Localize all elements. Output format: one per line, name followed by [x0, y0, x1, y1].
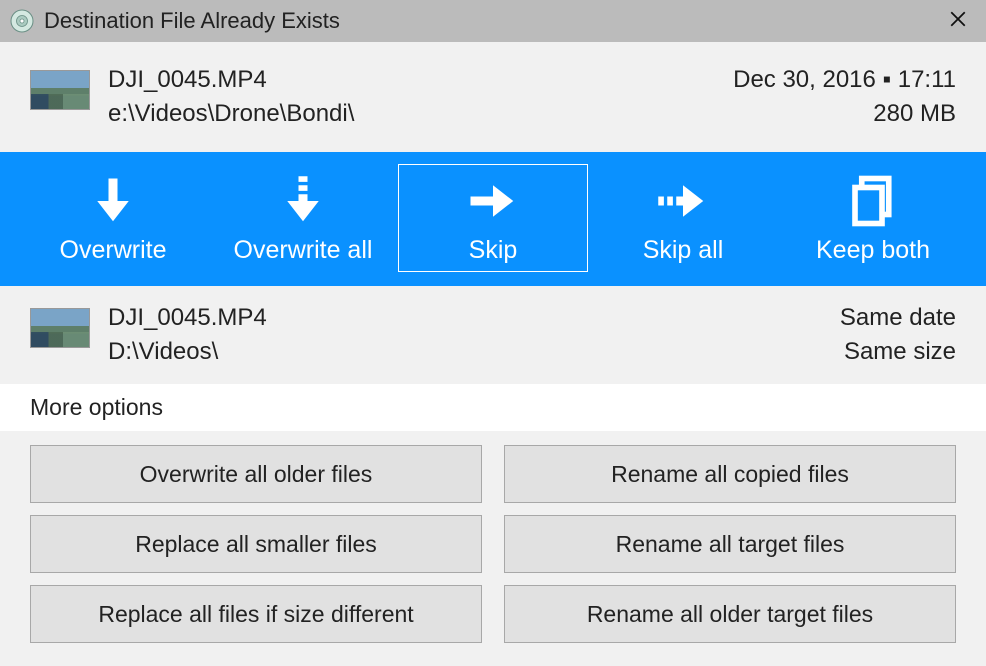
- rename-target-button[interactable]: Rename all target files: [504, 515, 956, 573]
- copy-icon: [846, 174, 900, 228]
- close-button[interactable]: [940, 8, 976, 34]
- close-icon: [949, 10, 967, 28]
- replace-diff-size-label: Replace all files if size different: [98, 601, 413, 628]
- source-thumbnail: [30, 70, 90, 110]
- destination-filename: DJI_0045.MP4: [108, 304, 267, 332]
- destination-thumbnail: [30, 308, 90, 348]
- titlebar: Destination File Already Exists: [0, 0, 986, 42]
- source-path: e:\Videos\Drone\Bondi\: [108, 100, 354, 128]
- app-disc-icon: [10, 9, 34, 33]
- replace-smaller-button[interactable]: Replace all smaller files: [30, 515, 482, 573]
- overwrite-all-button[interactable]: Overwrite all: [208, 164, 398, 272]
- replace-diff-size-button[interactable]: Replace all files if size different: [30, 585, 482, 643]
- arrow-right-dashed-icon: [656, 174, 710, 228]
- arrow-down-icon: [86, 174, 140, 228]
- source-datetime: Dec 30, 2016 ▪ 17:11: [733, 66, 956, 94]
- rename-older-target-button[interactable]: Rename all older target files: [504, 585, 956, 643]
- keep-both-button[interactable]: Keep both: [778, 164, 968, 272]
- destination-date-status: Same date: [840, 304, 956, 332]
- skip-all-label: Skip all: [643, 238, 724, 263]
- window-title: Destination File Already Exists: [44, 8, 940, 34]
- arrow-down-dashed-icon: [276, 174, 330, 228]
- action-strip: Overwrite Overwrite all Skip Skip all Ke…: [0, 152, 986, 286]
- overwrite-older-button[interactable]: Overwrite all older files: [30, 445, 482, 503]
- source-file-row: DJI_0045.MP4 e:\Videos\Drone\Bondi\ Dec …: [0, 42, 986, 152]
- rename-target-label: Rename all target files: [616, 531, 845, 558]
- skip-label: Skip: [469, 238, 518, 263]
- overwrite-all-label: Overwrite all: [234, 238, 373, 263]
- more-options-header: More options: [0, 384, 986, 431]
- destination-file-row: DJI_0045.MP4 D:\Videos\ Same date Same s…: [0, 286, 986, 384]
- rename-copied-button[interactable]: Rename all copied files: [504, 445, 956, 503]
- rename-copied-label: Rename all copied files: [611, 461, 849, 488]
- arrow-right-icon: [466, 174, 520, 228]
- source-filename: DJI_0045.MP4: [108, 66, 354, 94]
- overwrite-button[interactable]: Overwrite: [18, 164, 208, 272]
- skip-button[interactable]: Skip: [398, 164, 588, 272]
- destination-size-status: Same size: [844, 338, 956, 366]
- keep-both-label: Keep both: [816, 238, 930, 263]
- overwrite-older-label: Overwrite all older files: [140, 461, 373, 488]
- more-options-grid: Overwrite all older files Rename all cop…: [0, 431, 986, 666]
- source-size: 280 MB: [873, 100, 956, 128]
- skip-all-button[interactable]: Skip all: [588, 164, 778, 272]
- overwrite-label: Overwrite: [60, 238, 167, 263]
- destination-path: D:\Videos\: [108, 338, 267, 366]
- replace-smaller-label: Replace all smaller files: [135, 531, 377, 558]
- rename-older-target-label: Rename all older target files: [587, 601, 873, 628]
